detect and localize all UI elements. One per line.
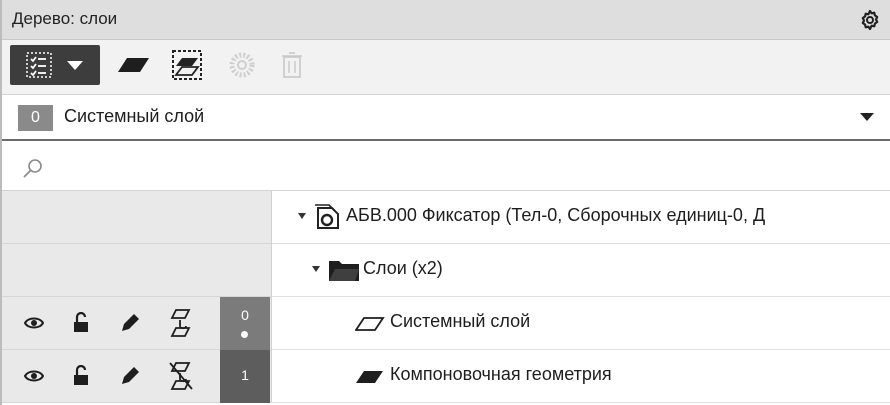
tree-row-folder[interactable]: Слои (x2) [2,244,890,297]
toolbar [2,40,890,95]
layer-icon [356,371,383,383]
layer-name: Системный слой [390,311,531,331]
current-layer-dot [241,331,248,338]
gear-dotted-icon [229,52,255,78]
layer-settings-button[interactable] [224,45,260,85]
layer-icon [118,58,149,72]
new-layer-button[interactable] [114,45,154,85]
chevron-down-icon[interactable] [860,113,874,121]
select-layer-button[interactable] [167,45,207,85]
no-print-layer-icon[interactable] [168,361,194,391]
search-icon [23,159,42,178]
table-row[interactable]: 1 Компоновочная геометрия [2,350,890,403]
checklist-icon [26,52,52,78]
assembly-icon [315,204,339,229]
layer-number-badge: 0 [220,297,270,350]
pencil-icon[interactable] [119,312,141,334]
current-layer-dropdown[interactable]: 0 Системный слой [2,95,890,141]
pencil-icon[interactable] [119,365,141,387]
panel-title-bar: Дерево: слои [2,0,890,40]
eye-icon[interactable] [24,368,44,384]
root-label: АБВ.000 Фиксатор (Тел-0, Сборочных едини… [346,205,766,225]
layers-tree-panel: Дерево: слои 0 Системный слой АБВ.000 Фи… [0,0,890,405]
layer-outline-icon [355,317,385,331]
expand-caret-icon[interactable] [312,266,320,272]
unlock-icon[interactable] [72,365,92,387]
layer-filter-button[interactable] [10,45,100,85]
trash-icon [282,52,302,78]
layer-number-badge: 1 [220,350,270,403]
chevron-down-icon[interactable] [64,54,86,76]
expand-caret-icon[interactable] [298,213,306,219]
current-layer-number: 0 [18,105,53,131]
search-input[interactable] [52,153,852,181]
dashed-layer-icon [172,50,202,80]
unlock-icon[interactable] [72,312,92,334]
layer-name: Компоновочная геометрия [390,364,612,384]
current-layer-name: Системный слой [64,106,205,126]
table-row[interactable]: 0 Системный слой [2,297,890,350]
gear-icon[interactable] [858,8,882,32]
eye-icon[interactable] [24,315,44,331]
folder-icon [329,261,359,281]
search-bar [2,143,890,191]
panel-title: Дерево: слои [12,9,118,28]
folder-label: Слои (x2) [363,258,443,278]
print-layer-icon[interactable] [168,308,194,338]
tree-row-root[interactable]: АБВ.000 Фиксатор (Тел-0, Сборочных едини… [2,191,890,244]
layers-tree: АБВ.000 Фиксатор (Тел-0, Сборочных едини… [2,191,890,405]
delete-layer-button[interactable] [277,45,307,85]
